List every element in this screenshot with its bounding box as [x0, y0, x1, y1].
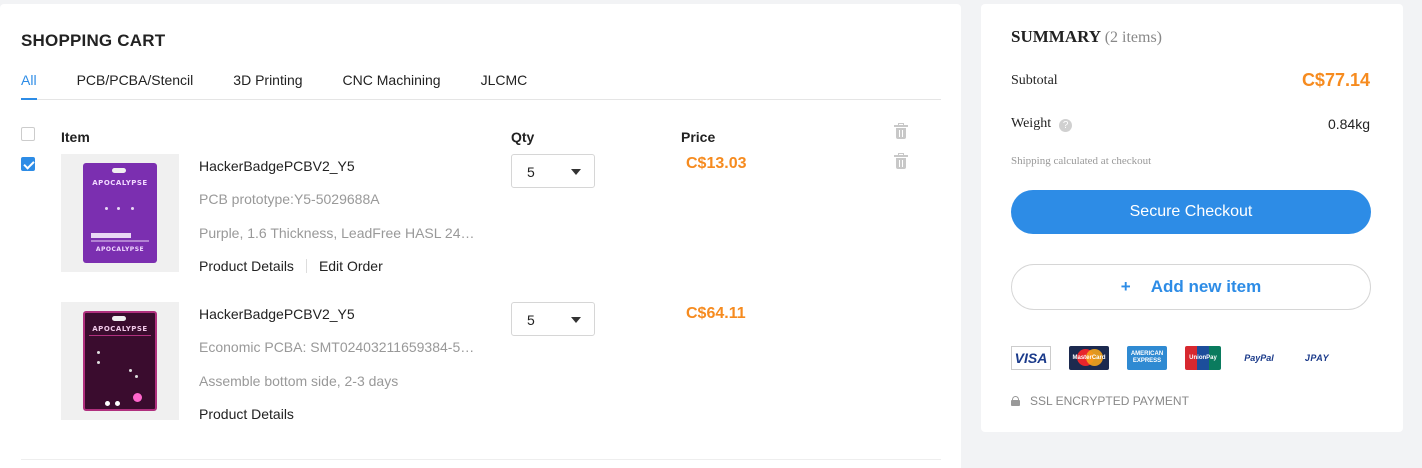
product-order-number: Economic PCBA: SMT02403211659384-5… [199, 339, 475, 355]
product-thumbnail[interactable]: APOCALYPSE [61, 302, 179, 420]
summary-item-count: (2 items) [1104, 29, 1163, 46]
subtotal-label: Subtotal [1011, 73, 1058, 88]
column-header-item: Item [61, 129, 90, 145]
payment-methods: VISA MasterCard AMERICAN EXPRESS UnionPa… [1011, 346, 1355, 370]
weight-row: Weight? [1011, 116, 1073, 132]
help-icon[interactable]: ? [1059, 119, 1073, 132]
pcb-board-image: APOCALYPSE [83, 311, 157, 411]
board-label-bottom: APOCALYPSE [95, 246, 145, 253]
shopping-cart-panel: SHOPPING CART All PCB/PCBA/Stencil 3D Pr… [0, 4, 961, 468]
tab-3d-printing[interactable]: 3D Printing [233, 64, 302, 100]
quantity-select[interactable]: 5 [511, 302, 595, 336]
delete-item-icon[interactable] [894, 153, 908, 169]
tab-cnc-machining[interactable]: CNC Machining [343, 64, 441, 100]
delete-selected-icon[interactable] [894, 123, 908, 139]
shipping-note: Shipping calculated at checkout [1011, 155, 1152, 167]
board-label: APOCALYPSE [92, 325, 148, 333]
category-tabs: All PCB/PCBA/Stencil 3D Printing CNC Mac… [21, 64, 941, 100]
item-checkbox[interactable] [21, 157, 35, 171]
board-label: APOCALYPSE [92, 179, 148, 187]
visa-icon: VISA [1011, 346, 1051, 370]
product-name: HackerBadgePCBV2_Y5 [199, 306, 355, 322]
add-new-item-button[interactable]: + Add new item [1011, 264, 1371, 310]
weight-label: Weight [1011, 116, 1052, 131]
plus-icon: + [1120, 277, 1131, 296]
edit-order-link[interactable]: Edit Order [319, 258, 383, 274]
tab-pcb-pcba-stencil[interactable]: PCB/PCBA/Stencil [77, 64, 194, 100]
unionpay-icon: UnionPay [1185, 346, 1221, 370]
ssl-notice: SSL ENCRYPTED PAYMENT [1011, 394, 1189, 408]
mastercard-icon: MasterCard [1069, 346, 1109, 370]
column-header-price: Price [681, 129, 716, 145]
quantity-value: 5 [527, 312, 535, 328]
product-specs: Purple, 1.6 Thickness, LeadFree HASL 24… [199, 225, 475, 241]
quantity-select[interactable]: 5 [511, 154, 595, 188]
product-details-link[interactable]: Product Details [199, 406, 294, 422]
secure-checkout-button[interactable]: Secure Checkout [1011, 190, 1371, 234]
weight-value: 0.84kg [1327, 116, 1370, 132]
product-specs: Assemble bottom side, 2-3 days [199, 373, 399, 389]
quantity-value: 5 [527, 164, 535, 180]
product-thumbnail[interactable]: APOCALYPSE APOCALYPSE [61, 154, 179, 272]
tab-all[interactable]: All [21, 64, 37, 100]
chevron-down-icon [571, 169, 581, 175]
jpay-icon: JPAY [1304, 353, 1330, 363]
tab-jlcmc[interactable]: JLCMC [481, 64, 528, 100]
column-header-qty: Qty [511, 129, 535, 145]
summary-title: SUMMARY (2 items) [1011, 27, 1162, 47]
summary-heading: SUMMARY [1011, 27, 1101, 46]
paypal-icon: PayPal [1244, 353, 1274, 363]
order-summary-panel: SUMMARY (2 items) Subtotal C$77.14 Weigh… [981, 4, 1403, 432]
product-order-number: PCB prototype:Y5-5029688A [199, 191, 380, 207]
ssl-label: SSL ENCRYPTED PAYMENT [1030, 394, 1189, 408]
amex-icon: AMERICAN EXPRESS [1127, 346, 1167, 370]
pcb-board-image: APOCALYPSE APOCALYPSE [83, 163, 157, 263]
product-links: Product Details [199, 406, 294, 422]
product-details-link[interactable]: Product Details [199, 258, 294, 274]
cart-title: SHOPPING CART [21, 31, 166, 50]
product-links: Product Details Edit Order [199, 258, 383, 274]
select-all-checkbox[interactable] [21, 127, 35, 141]
product-name: HackerBadgePCBV2_Y5 [199, 158, 355, 174]
item-price: C$13.03 [686, 155, 747, 172]
add-new-item-label: Add new item [1150, 277, 1262, 296]
cart-divider [21, 459, 941, 460]
lock-icon [1011, 396, 1020, 406]
item-price: C$64.11 [686, 305, 746, 322]
chevron-down-icon [571, 317, 581, 323]
subtotal-value: C$77.14 [1301, 70, 1370, 90]
